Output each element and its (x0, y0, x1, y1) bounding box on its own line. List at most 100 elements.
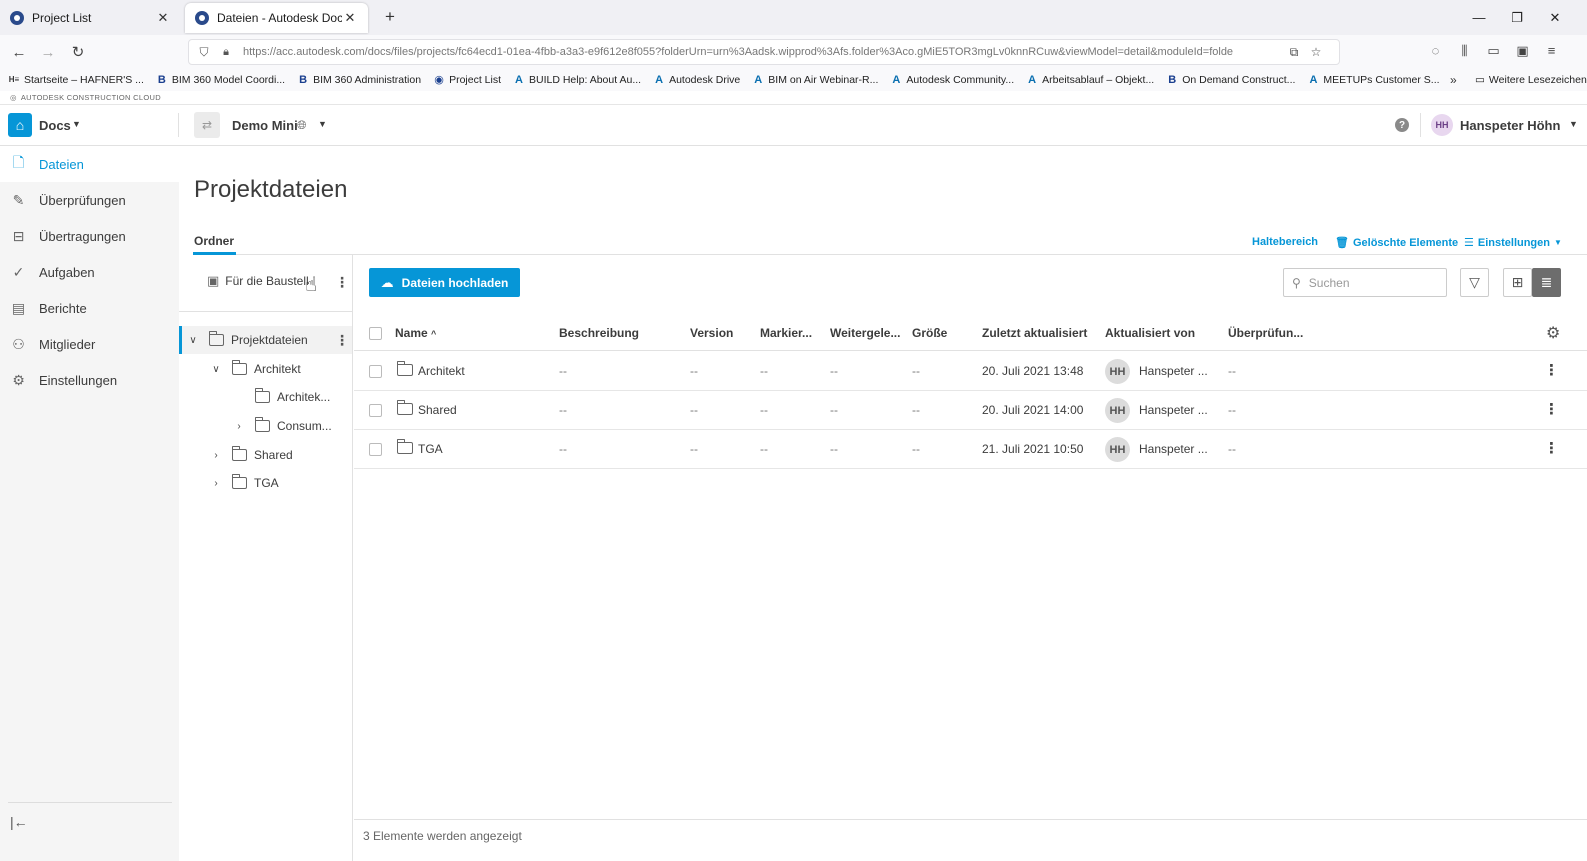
url-text[interactable]: https://acc.autodesk.com/docs/files/proj… (243, 46, 1283, 58)
column-header-name[interactable]: Name ^ (395, 326, 436, 340)
bookmark[interactable]: A Autodesk Community... (890, 74, 1014, 86)
tab-ordner[interactable]: Ordner (194, 234, 234, 248)
chevron-right-icon[interactable]: › (210, 450, 222, 461)
holding-area-link[interactable]: Haltebereich (1252, 236, 1318, 248)
close-icon[interactable]: ✕ (342, 10, 358, 26)
tree-node-projektdateien[interactable]: ∨ Projektdateien (179, 326, 352, 354)
chevron-right-icon[interactable]: › (233, 421, 245, 432)
chevron-right-icon[interactable]: › (210, 478, 222, 489)
deleted-items-link[interactable]: 🗑︎ Gelöschte Elemente (1335, 236, 1458, 250)
star-bookmark-icon[interactable]: ☆ (1305, 45, 1327, 59)
row-more-options-icon[interactable]: ⋮ (1544, 439, 1559, 457)
forward-arrow-icon[interactable]: → (37, 41, 59, 63)
close-icon[interactable]: ✕ (155, 10, 171, 26)
upload-files-button[interactable]: ☁ Dateien hochladen (369, 268, 520, 297)
caret-down-icon[interactable]: ▼ (1569, 119, 1578, 129)
search-input[interactable] (1308, 275, 1429, 290)
column-header-version[interactable]: Version (690, 326, 733, 340)
bookmark[interactable]: A MEETUPs Customer S... (1307, 74, 1439, 86)
extension-icon[interactable]: ▣ (1508, 43, 1537, 59)
more-options-icon[interactable]: ⋮ (335, 332, 349, 349)
column-header-zuletzt-aktualisiert[interactable]: Zuletzt aktualisiert (982, 326, 1087, 340)
close-window-icon[interactable]: ✕ (1536, 0, 1574, 35)
sidebar-item-einstellungen[interactable]: ⚙ Einstellungen (0, 362, 179, 398)
chevron-down-icon[interactable]: ∨ (187, 335, 199, 346)
sidebar-item-aufgaben[interactable]: ✓ Aufgaben (0, 254, 179, 290)
sidebar-item-dateien[interactable]: 🗋︎ Dateien (0, 146, 179, 182)
lock-icon[interactable]: 🔒︎ (219, 46, 233, 59)
bookmark[interactable]: A BUILD Help: About Au... (513, 74, 641, 86)
column-header-ueberpruefung[interactable]: Überprüfun... (1228, 326, 1303, 340)
user-menu[interactable]: Hanspeter Höhn (1460, 118, 1560, 133)
column-settings-gear-icon[interactable]: ⚙ (1546, 323, 1560, 343)
url-bar[interactable]: ⛉ 🔒︎ https://acc.autodesk.com/docs/files… (188, 39, 1340, 65)
select-all-checkbox[interactable] (369, 327, 382, 340)
row-name[interactable]: TGA (418, 442, 443, 456)
bookmark[interactable]: B On Demand Construct... (1166, 74, 1295, 86)
column-header-beschreibung[interactable]: Beschreibung (559, 326, 639, 340)
settings-dropdown[interactable]: ☰ Einstellungen ▼ (1464, 236, 1562, 250)
table-row[interactable]: Architekt -- -- -- -- -- 20. Juli 2021 1… (354, 352, 1587, 391)
back-arrow-icon[interactable]: ← (8, 41, 30, 63)
sidebar-item-berichte[interactable]: ▤ Berichte (0, 290, 179, 326)
shield-icon[interactable]: ⛉ (197, 45, 211, 60)
row-checkbox[interactable] (369, 404, 382, 417)
browser-tab-dateien[interactable]: Dateien - Autodesk Docs ✕ (185, 3, 368, 33)
column-header-groesse[interactable]: Größe (912, 326, 947, 340)
minimize-icon[interactable]: — (1460, 0, 1498, 35)
project-thumbnail-icon[interactable]: ⇄ (194, 112, 220, 138)
caret-down-icon[interactable]: ▼ (72, 119, 81, 129)
tree-node-architek-sub[interactable]: Architek... (255, 383, 330, 411)
tree-node-consum[interactable]: › Consum... (233, 412, 332, 440)
more-bookmarks-chevron-icon[interactable]: » (1450, 73, 1457, 87)
search-box[interactable]: ⚲ (1283, 268, 1447, 297)
browser-tab-project-list[interactable]: Project List ✕ (0, 0, 181, 35)
row-checkbox[interactable] (369, 365, 382, 378)
column-header-weitergeleitet[interactable]: Weitergele... (830, 326, 900, 340)
collapse-sidebar-icon[interactable]: |← (10, 814, 28, 830)
bookmark[interactable]: ◉ Project List (433, 74, 501, 86)
caret-down-icon[interactable]: ▼ (318, 119, 327, 129)
chevron-down-icon[interactable]: ∨ (210, 364, 222, 375)
row-name[interactable]: Shared (418, 403, 457, 417)
new-tab-plus-icon[interactable]: + (380, 7, 400, 27)
restore-icon[interactable]: ❐ (1498, 0, 1536, 35)
sidebar-item-ueberpruefungen[interactable]: ✎ Überprüfungen (0, 182, 179, 218)
tree-node-tga[interactable]: › TGA (210, 469, 279, 497)
pocket-icon[interactable]: ◌ (1421, 43, 1450, 59)
sidebar-item-mitglieder[interactable]: ⚇ Mitglieder (0, 326, 179, 362)
bookmark[interactable]: A Autodesk Drive (653, 74, 740, 86)
bookmark[interactable]: A Arbeitsablauf – Objekt... (1026, 74, 1154, 86)
filter-button[interactable]: ▽ (1460, 268, 1489, 297)
menu-hamburger-icon[interactable]: ≡ (1537, 43, 1566, 59)
module-switcher[interactable]: Docs (39, 118, 71, 133)
column-header-aktualisiert-von[interactable]: Aktualisiert von (1105, 326, 1195, 340)
docs-logo-icon[interactable]: ⌂ (8, 113, 32, 137)
column-header-markierungen[interactable]: Markier... (760, 326, 812, 340)
more-options-icon[interactable]: ⋮ (335, 274, 349, 291)
bookmark[interactable]: B BIM 360 Administration (297, 74, 421, 86)
tree-node-architekt[interactable]: ∨ Architekt (210, 355, 301, 383)
sidebar-toggle-icon[interactable]: ▭ (1479, 43, 1508, 59)
for-site-folder[interactable]: ▣ Für die Baustelle (207, 273, 309, 289)
help-icon[interactable]: ? (1395, 118, 1409, 132)
row-more-options-icon[interactable]: ⋮ (1544, 361, 1559, 379)
bookmark[interactable]: H≡ Startseite – HAFNER'S ... (8, 74, 144, 86)
table-row[interactable]: Shared -- -- -- -- -- 20. Juli 2021 14:0… (354, 391, 1587, 430)
list-view-button[interactable]: ≣ (1532, 268, 1561, 297)
reload-icon[interactable]: ↻ (67, 41, 89, 63)
other-bookmarks[interactable]: ▭ Weitere Lesezeichen (1475, 74, 1587, 86)
project-switcher[interactable]: Demo Mini (232, 118, 298, 133)
sidebar-item-uebertragungen[interactable]: ⊟ Übertragungen (0, 218, 179, 254)
bookmark[interactable]: A BIM on Air Webinar-R... (752, 74, 878, 86)
user-avatar[interactable]: HH (1431, 114, 1453, 136)
table-row[interactable]: TGA -- -- -- -- -- 21. Juli 2021 10:50 H… (354, 430, 1587, 469)
tree-node-shared[interactable]: › Shared (210, 441, 293, 469)
row-name[interactable]: Architekt (418, 364, 465, 378)
library-icon[interactable]: ⫼ (1450, 43, 1479, 59)
grid-view-button[interactable]: ⊞ (1503, 268, 1532, 297)
row-more-options-icon[interactable]: ⋮ (1544, 400, 1559, 418)
translate-icon[interactable]: ⧉ (1283, 45, 1305, 60)
bookmark[interactable]: B BIM 360 Model Coordi... (156, 74, 285, 86)
row-checkbox[interactable] (369, 443, 382, 456)
